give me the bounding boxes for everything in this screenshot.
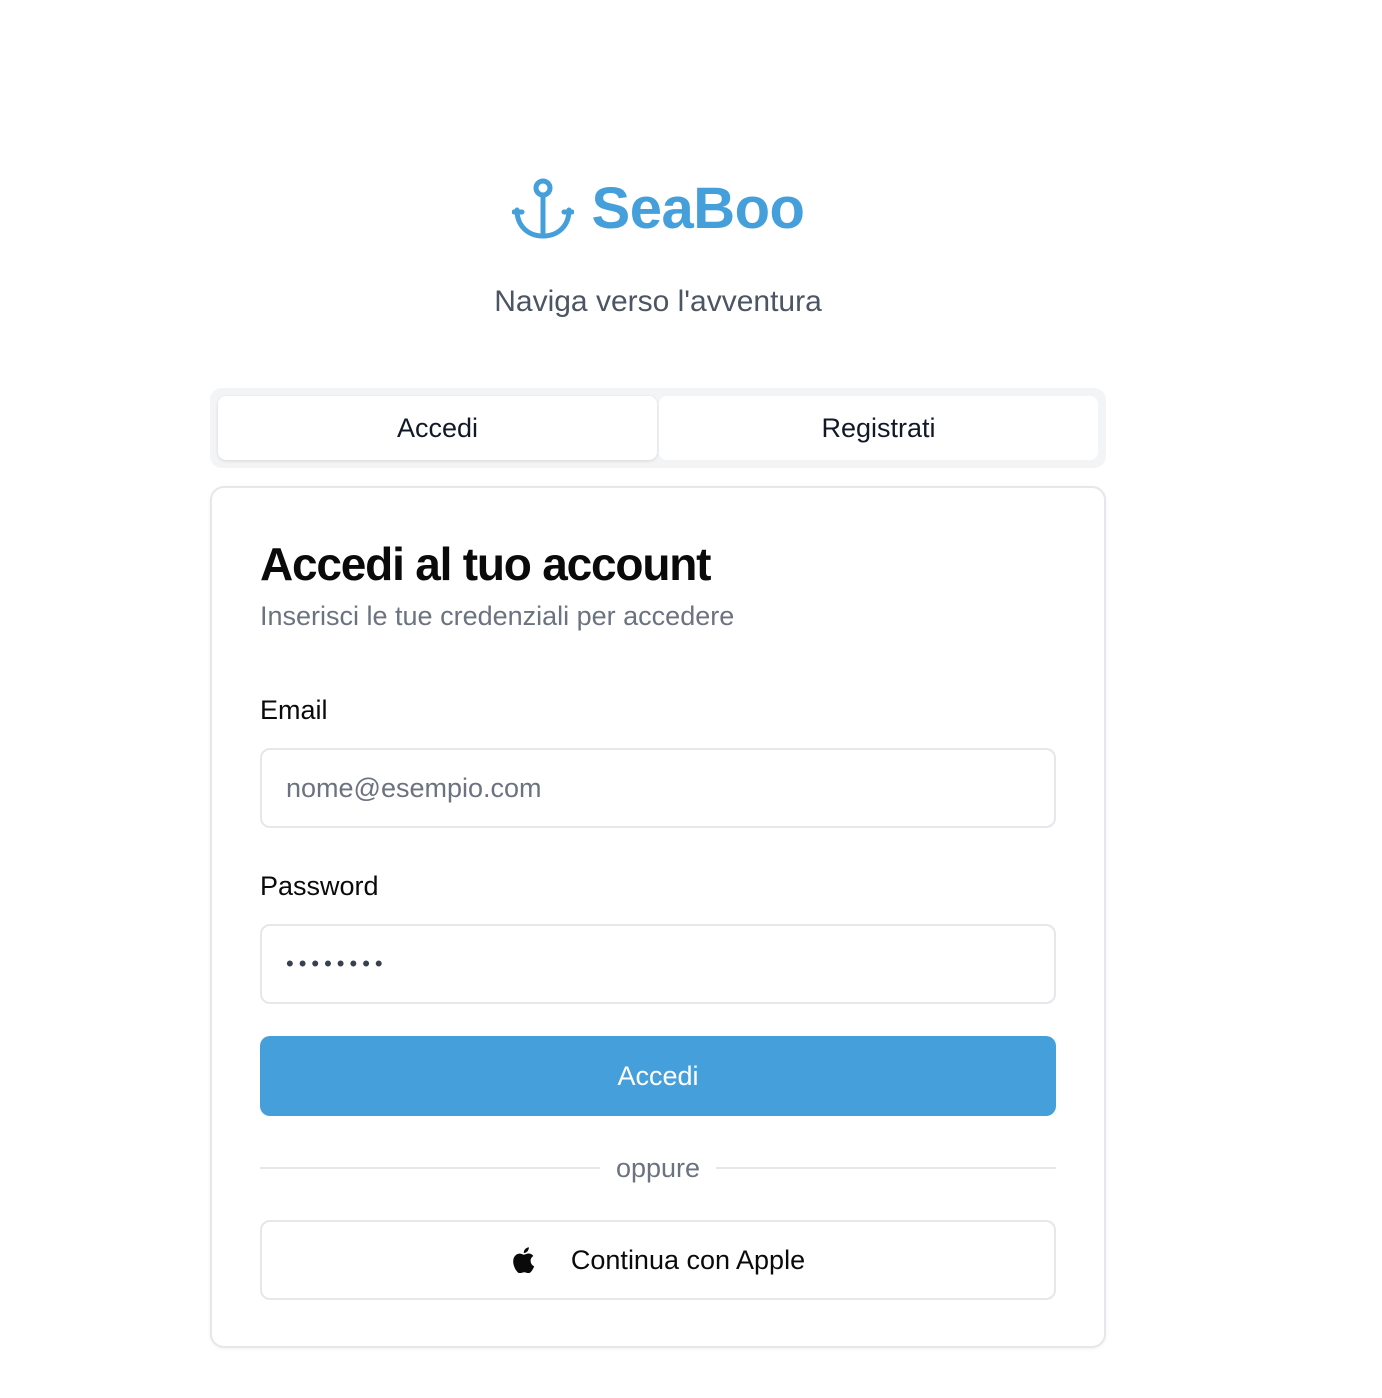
divider-line-right: [716, 1167, 1057, 1169]
divider-line-left: [260, 1167, 600, 1169]
brand-header: SeaBoo: [0, 176, 1316, 242]
apple-icon: [511, 1247, 535, 1274]
email-field[interactable]: [260, 748, 1056, 828]
login-page: SeaBoo Naviga verso l'avventura Accedi R…: [0, 0, 1382, 1398]
login-submit-button[interactable]: Accedi: [260, 1036, 1056, 1116]
anchor-icon: [511, 176, 575, 242]
brand-name: SeaBoo: [591, 176, 805, 241]
password-field[interactable]: [260, 924, 1056, 1004]
divider-text: oppure: [615, 1153, 701, 1183]
card-subtitle: Inserisci le tue credenziali per acceder…: [260, 601, 735, 631]
auth-tabs: Accedi Registrati: [210, 388, 1106, 468]
password-label: Password: [260, 871, 379, 901]
or-divider: oppure: [260, 1150, 1057, 1186]
card-title: Accedi al tuo account: [260, 538, 711, 590]
tagline: Naviga verso l'avventura: [494, 285, 822, 318]
tab-accedi[interactable]: Accedi: [218, 396, 657, 460]
apple-button-label: Continua con Apple: [570, 1244, 806, 1275]
tab-registrati[interactable]: Registrati: [659, 396, 1098, 460]
continue-with-apple-button[interactable]: Continua con Apple: [260, 1220, 1056, 1300]
login-card: Accedi al tuo account Inserisci le tue c…: [210, 486, 1106, 1348]
email-label: Email: [260, 695, 328, 725]
